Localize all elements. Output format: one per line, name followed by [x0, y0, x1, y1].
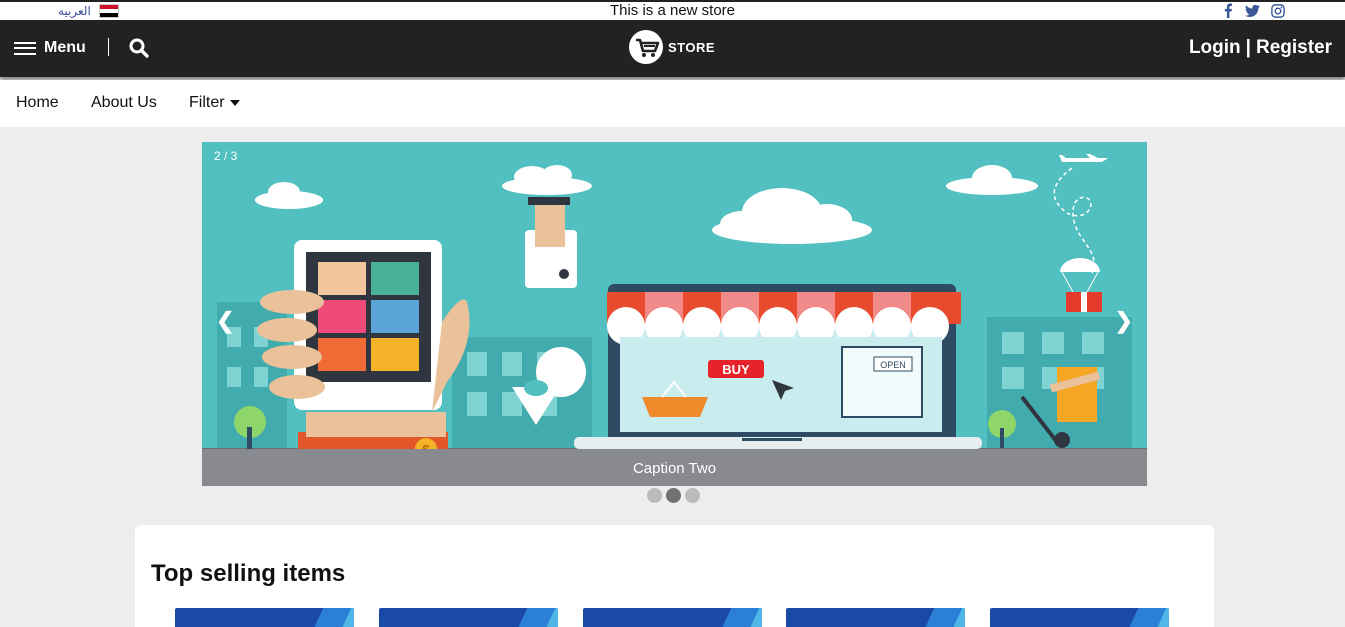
slide-counter: 2 / 3 — [214, 149, 238, 163]
ecommerce-illustration: $ — [202, 154, 1147, 486]
buy-sign: BUY — [722, 362, 750, 377]
nav-item-about-us[interactable]: About Us — [91, 94, 157, 112]
top-bar: This is a new store العربيه — [0, 0, 1345, 20]
nav-item-home[interactable]: Home — [16, 94, 59, 112]
slider-dots — [647, 488, 700, 503]
language-label[interactable]: العربيه — [58, 4, 91, 18]
header-divider — [108, 38, 109, 56]
menu-button[interactable]: Menu — [14, 39, 86, 57]
auth-links: Login | Register — [1189, 37, 1332, 59]
logo-text: STORE — [668, 39, 716, 55]
slider-dot-1[interactable] — [647, 488, 662, 503]
language-switcher[interactable]: العربيه — [58, 2, 119, 20]
filter-label[interactable]: Filter — [189, 94, 225, 111]
slider-next-button[interactable]: ❯ — [1115, 308, 1133, 334]
product-card[interactable] — [379, 608, 558, 627]
twitter-icon[interactable] — [1245, 3, 1260, 18]
top-selling-section: Top selling items — [135, 525, 1214, 627]
store-logo[interactable]: STORE — [628, 29, 715, 65]
egypt-flag-icon[interactable] — [98, 4, 119, 18]
search-icon[interactable] — [128, 37, 150, 59]
section-title: Top selling items — [151, 560, 346, 587]
facebook-icon[interactable] — [1220, 3, 1235, 18]
slider-dot-3[interactable] — [685, 488, 700, 503]
product-card[interactable] — [990, 608, 1169, 627]
slider-dot-2[interactable] — [666, 488, 681, 503]
hamburger-icon[interactable] — [14, 41, 36, 55]
cart-logo-icon — [629, 30, 663, 64]
menu-label[interactable]: Menu — [44, 39, 86, 57]
open-sign: OPEN — [880, 360, 906, 370]
product-card[interactable] — [175, 608, 354, 627]
caret-down-icon — [230, 99, 241, 106]
hero-slider: $ — [202, 142, 1147, 486]
main-header: Menu STORE Login | Register — [0, 20, 1345, 77]
product-card[interactable] — [583, 608, 762, 627]
main-nav: Home About Us Filter — [0, 80, 1345, 127]
store-announcement: This is a new store — [609, 2, 736, 19]
auth-separator: | — [1245, 37, 1251, 58]
social-links — [1220, 3, 1285, 18]
nav-item-filter[interactable]: Filter — [189, 94, 241, 112]
instagram-icon[interactable] — [1270, 3, 1285, 18]
slide-caption: Caption Two — [202, 449, 1147, 486]
login-link[interactable]: Login — [1189, 37, 1241, 59]
product-card[interactable] — [786, 608, 965, 627]
slider-prev-button[interactable]: ❮ — [216, 308, 234, 334]
register-link[interactable]: Register — [1256, 37, 1332, 59]
